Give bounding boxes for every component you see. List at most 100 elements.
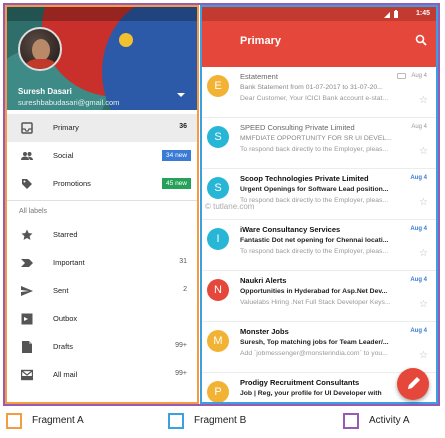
- sender-avatar: S: [207, 177, 229, 199]
- divider: [7, 200, 197, 201]
- mail-item[interactable]: N Naukri Alerts Aug 4 Opportunities in Hyde…: [202, 271, 436, 322]
- drawer-item-label: Outbox: [53, 314, 78, 323]
- mail-item[interactable]: S Scoop Technologies Private Limited Aug 4…: [202, 169, 436, 220]
- sender-avatar: S: [207, 126, 229, 148]
- drawer-item-label: Primary: [53, 123, 79, 132]
- mail-date: Aug 4: [410, 328, 427, 334]
- sender-avatar: E: [207, 75, 229, 97]
- mail-preview: To respond back directly to the Employer…: [240, 146, 389, 153]
- mail-sender: Estatement: [240, 72, 278, 81]
- star-icon[interactable]: ☆: [419, 197, 428, 208]
- sender-avatar: M: [207, 330, 229, 352]
- drawer-item-important[interactable]: Important 31: [7, 249, 197, 277]
- mail-sender: Scoop Technologies Private Limited: [240, 174, 369, 183]
- status-time: 1:45: [415, 10, 430, 17]
- star-icon[interactable]: ☆: [419, 146, 428, 157]
- user-name: Suresh Dasari: [18, 87, 72, 96]
- mail-sender: Monster Jobs: [240, 327, 289, 336]
- star-icon[interactable]: ☆: [419, 350, 428, 361]
- label-count: 31: [179, 258, 187, 265]
- mail-sender: SPEED Consulting Private Limited: [240, 123, 355, 132]
- search-icon[interactable]: [415, 34, 427, 46]
- page-title: Primary: [240, 35, 281, 47]
- header-shape: [119, 33, 133, 47]
- legend-swatch: [168, 413, 184, 429]
- all-mail-icon: [21, 369, 33, 381]
- unread-count: 36: [179, 123, 187, 130]
- mail-date: Aug 4: [411, 124, 427, 130]
- drawer-item-label: Important: [53, 258, 85, 267]
- drawer-item-primary[interactable]: Primary 36: [7, 114, 197, 142]
- fragment-a-frame: Suresh Dasari sureshbabudasari@gmail.com…: [5, 5, 199, 404]
- mail-preview: Valuelabs Hiring .Net Full Stack Develop…: [240, 299, 391, 306]
- all-labels-heading: All labels: [19, 208, 48, 215]
- legend-label: Fragment B: [194, 415, 247, 426]
- important-icon: [21, 259, 33, 267]
- mail-item[interactable]: IiWare Consultancy Services Aug 4 Fantasti…: [202, 220, 436, 271]
- mail-list: E Estatement Aug 4 Bank Statement from 01-0…: [202, 67, 436, 402]
- legend: Fragment A Fragment B Activity A: [0, 412, 445, 434]
- new-badge: 34 new: [162, 150, 191, 161]
- mail-subject: Urgent Openings for Software Lead positi…: [240, 186, 389, 193]
- star-icon[interactable]: ☆: [419, 248, 428, 259]
- drawer-item-label: All mail: [53, 370, 78, 379]
- compose-button[interactable]: [397, 368, 429, 400]
- signal-battery-icon: [384, 10, 398, 18]
- drawer-item-label: Promotions: [53, 179, 91, 188]
- drawer-item-social[interactable]: Social 34 new: [7, 142, 197, 170]
- mail-sender: iWare Consultancy Services: [240, 225, 341, 234]
- status-bar: 1:45: [202, 7, 436, 21]
- mail-preview: Add `jobmessenger@monsterindia.com` to y…: [240, 350, 388, 357]
- mail-date: Aug 4: [410, 226, 427, 232]
- drawer-item-outbox[interactable]: Outbox: [7, 305, 197, 333]
- status-bar: [7, 7, 197, 21]
- mail-preview: Dear Customer, Your ICICI Bank account e…: [240, 95, 389, 102]
- sender-avatar: I: [207, 228, 229, 250]
- pencil-icon: [408, 377, 420, 389]
- people-icon: [21, 152, 33, 160]
- legend-label: Activity A: [369, 415, 410, 426]
- mail-date: Aug 4: [410, 277, 427, 283]
- sender-avatar: N: [207, 279, 229, 301]
- drawer-item-label: Sent: [53, 286, 69, 295]
- mail-preview: To respond back directly to the Employer…: [240, 248, 389, 255]
- user-email: sureshbabudasari@gmail.com: [18, 98, 120, 107]
- drawer-item-drafts[interactable]: Drafts 99+: [7, 333, 197, 361]
- star-icon[interactable]: ☆: [419, 299, 428, 310]
- mail-subject: MMFDIATE OPPORTUNITY FOR SR UI DEVEL...: [240, 135, 392, 142]
- mail-sender: Naukri Alerts: [240, 276, 287, 285]
- mail-subject: Bank Statement from 01-07-2017 to 31-07-…: [240, 84, 383, 91]
- star-icon[interactable]: ☆: [419, 95, 428, 106]
- app-bar: 1:45 Primary: [202, 7, 436, 67]
- new-badge: 45 new: [162, 178, 191, 189]
- mail-sender: Prodigy Recruitment Consultants: [240, 378, 360, 387]
- draft-icon: [22, 341, 32, 353]
- mail-date: Aug 4: [410, 175, 427, 181]
- label-count: 99+: [175, 370, 187, 377]
- mail-date: Aug 4: [411, 73, 427, 79]
- tag-icon: [22, 179, 32, 189]
- label-count: 99+: [175, 342, 187, 349]
- star-icon: [21, 229, 33, 240]
- sender-avatar: P: [207, 381, 229, 402]
- mail-preview: To respond back directly to the Employer…: [240, 197, 389, 204]
- mail-item[interactable]: M Monster Jobs Aug 4 Suresh, Top matching j…: [202, 322, 436, 373]
- mail-subject: Suresh, Top matching jobs for Team Leade…: [240, 339, 389, 346]
- legend-label: Fragment A: [32, 415, 84, 426]
- mail-subject: Fantastic Dot net opening for Chennai lo…: [240, 237, 389, 244]
- inbox-icon: [21, 122, 33, 134]
- drawer-list: Primary 36 Social 34 new Promotions 45 n…: [7, 114, 197, 389]
- legend-swatch: [6, 413, 22, 429]
- attachment-icon: [397, 73, 406, 79]
- label-count: 2: [183, 286, 187, 293]
- mail-item[interactable]: E Estatement Aug 4 Bank Statement from 01-0…: [202, 67, 436, 118]
- drawer-header: Suresh Dasari sureshbabudasari@gmail.com: [7, 7, 197, 110]
- drawer-item-starred[interactable]: Starred: [7, 221, 197, 249]
- drawer-item-label: Social: [53, 151, 74, 160]
- drawer-item-promotions[interactable]: Promotions 45 new: [7, 170, 197, 198]
- avatar[interactable]: [18, 27, 62, 71]
- account-switch-icon[interactable]: [177, 93, 185, 97]
- drawer-item-all-mail[interactable]: All mail 99+: [7, 361, 197, 389]
- mail-item[interactable]: S SPEED Consulting Private Limited Aug 4 MM…: [202, 118, 436, 169]
- drawer-item-sent[interactable]: Sent 2: [7, 277, 197, 305]
